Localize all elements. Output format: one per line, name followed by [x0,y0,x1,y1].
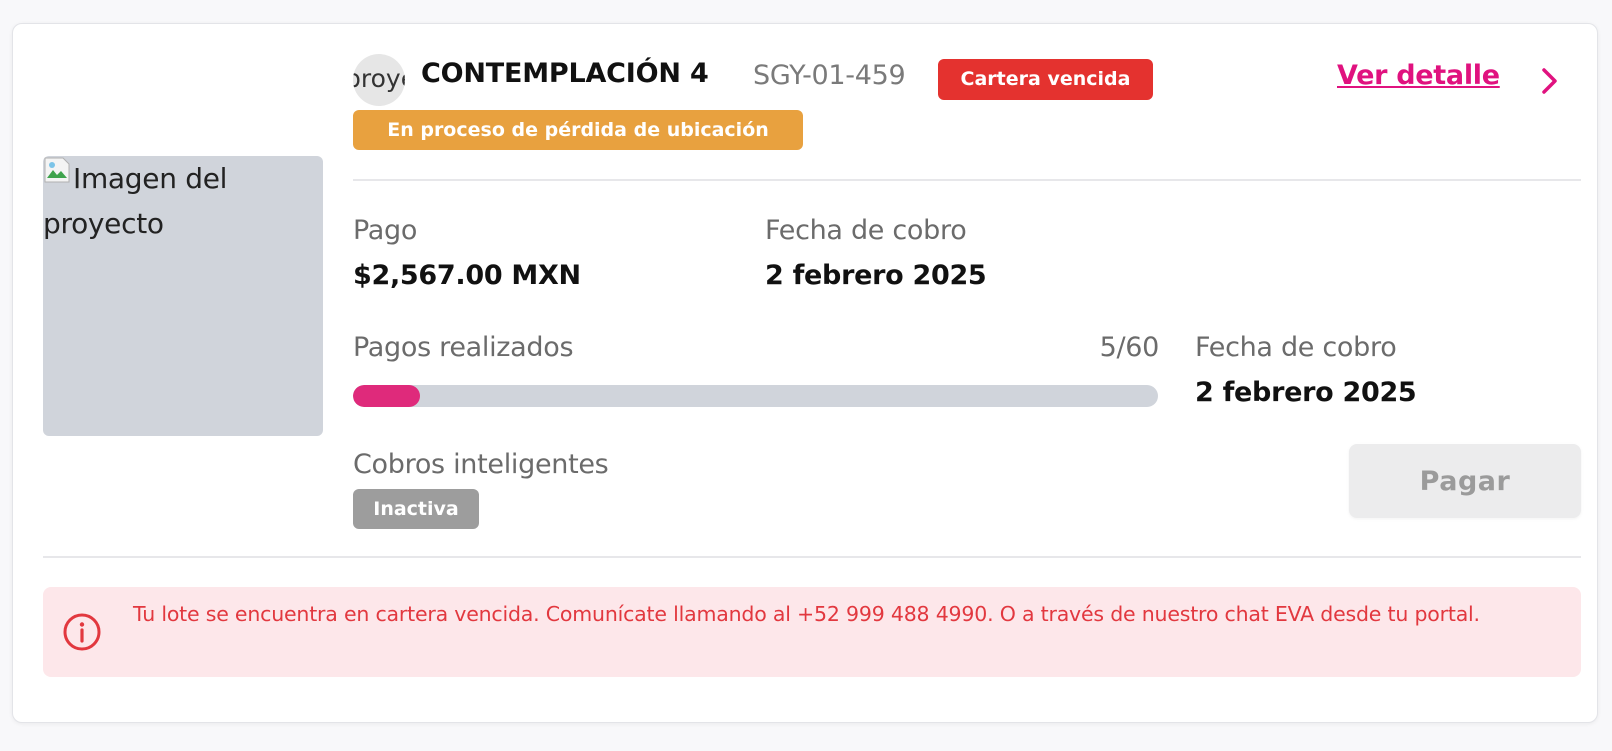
smart-billing-status-badge: Inactiva [353,489,479,529]
project-image-alt-text: Imagen del proyecto [43,162,228,240]
next-charge-date-label: Fecha de cobro [1195,332,1397,363]
project-image: Imagen del proyecto [43,156,323,436]
footer-divider [43,556,1581,558]
view-detail-link[interactable]: Ver detalle [1337,60,1500,91]
payments-progress-bar [353,385,1158,407]
pay-button[interactable]: Pagar [1349,444,1581,518]
status-badge: Cartera vencida [938,59,1153,100]
payment-date-value: 2 febrero 2025 [765,260,987,291]
info-circle-icon [63,613,101,651]
warning-badge: En proceso de pérdida de ubicación [353,110,803,150]
project-logo: proyecto [353,54,405,106]
project-name: CONTEMPLACIÓN 4 [421,58,709,89]
payment-date-label: Fecha de cobro [765,215,967,246]
smart-billing-label: Cobros inteligentes [353,449,609,480]
payments-made-label: Pagos realizados [353,332,574,363]
chevron-right-icon[interactable] [1539,66,1561,96]
payments-progress-fill [353,385,421,407]
lot-card: Imagen del proyecto proyecto CONTEMPLACI… [12,23,1598,723]
header-divider [353,179,1581,181]
payment-amount-value: $2,567.00 MXN [353,260,581,291]
project-logo-text: proyecto [353,64,405,93]
overdue-alert: Tu lote se encuentra en cartera vencida.… [43,587,1581,677]
payments-made-count: 5/60 [1099,332,1160,363]
overdue-alert-message: Tu lote se encuentra en cartera vencida.… [133,602,1480,626]
next-charge-date-value: 2 febrero 2025 [1195,377,1417,408]
payment-amount-label: Pago [353,215,418,246]
project-code: SGY-01-459 [753,60,906,91]
